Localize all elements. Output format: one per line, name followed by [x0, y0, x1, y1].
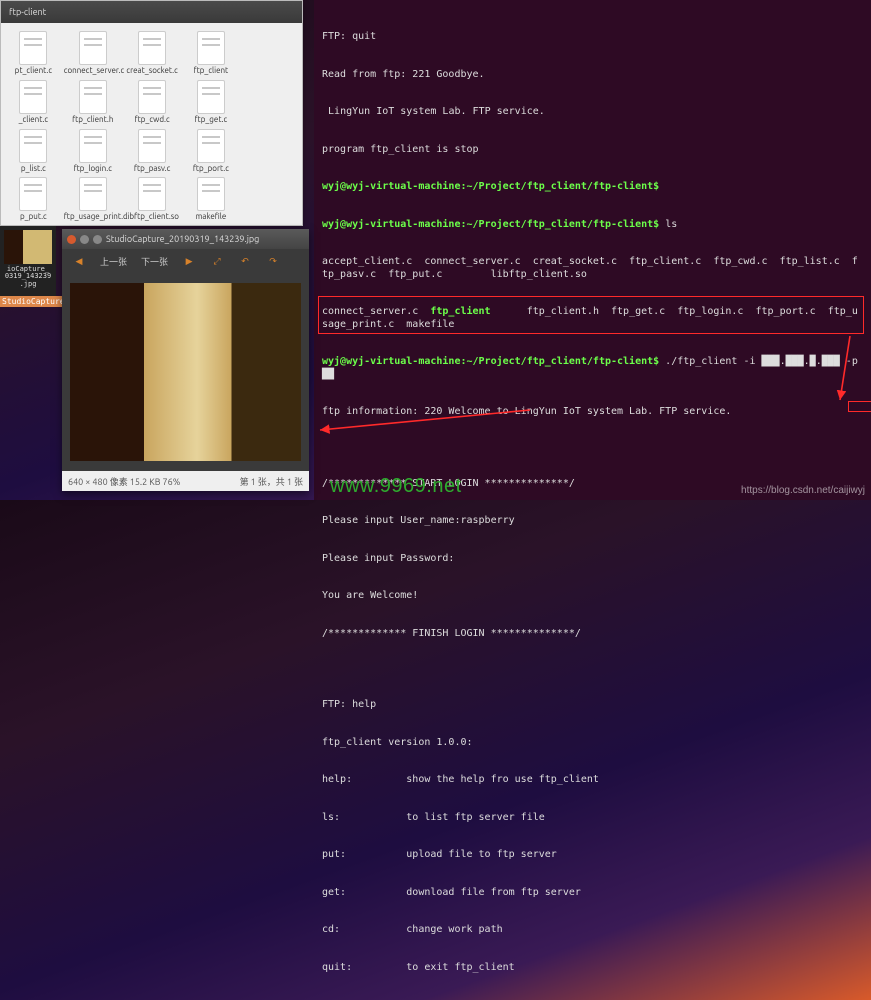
file-icon: [79, 31, 107, 65]
file-item[interactable]: creat_socket.c: [124, 31, 181, 76]
file-icon: [197, 80, 225, 114]
term-line: FTP: help: [322, 699, 863, 712]
term-line: get: download file from ftp server: [322, 887, 863, 900]
term-prompt: wyj@wyj-virtual-machine:~/Project/ftp_cl…: [322, 181, 863, 194]
file-name: makefile: [195, 213, 226, 222]
file-item[interactable]: _client.c: [5, 80, 62, 125]
prev-icon[interactable]: ◀: [72, 254, 86, 268]
rotate-right-icon[interactable]: ↷: [266, 254, 280, 268]
file-item[interactable]: ftp_get.c: [183, 80, 240, 125]
file-icon: [19, 129, 47, 163]
viewer-titlebar[interactable]: StudioCapture_20190319_143239.jpg: [62, 229, 309, 249]
term-line: ftp information: 220 Welcome to LingYun …: [322, 406, 863, 419]
file-name: pt_client.c: [15, 67, 52, 76]
term-line: Read from ftp: 221 Goodbye.: [322, 69, 863, 82]
file-icon: [79, 129, 107, 163]
file-name: ftp_client.h: [72, 116, 113, 125]
file-icon: [138, 177, 166, 211]
file-icon: [19, 177, 47, 211]
file-name: p_list.c: [21, 165, 46, 174]
ls-output: accept_client.c connect_server.c creat_s…: [322, 256, 863, 281]
image-dimensions: 640 × 480 像素 15.2 KB 76%: [68, 475, 180, 488]
file-icon: [79, 80, 107, 114]
terminal-window[interactable]: FTP: quit Read from ftp: 221 Goodbye. Li…: [314, 0, 871, 500]
term-prompt: wyj@wyj-virtual-machine:~/Project/ftp_cl…: [322, 219, 863, 232]
file-item[interactable]: p_list.c: [5, 129, 62, 174]
file-name: _client.c: [19, 116, 49, 125]
file-icon: [19, 80, 47, 114]
rotate-left-icon[interactable]: ↶: [238, 254, 252, 268]
watermark-9969: www.9969.net: [330, 475, 462, 498]
file-icon: [19, 31, 47, 65]
image-viewer-window[interactable]: StudioCapture_20190319_143239.jpg ◀ 上一张 …: [62, 229, 309, 491]
file-name: ftp_login.c: [74, 165, 112, 174]
image-content: [70, 283, 301, 461]
file-name: ftp_port.c: [193, 165, 229, 174]
term-line: Please input User_name:raspberry: [322, 515, 863, 528]
file-icon: [138, 129, 166, 163]
file-name: ftp_pasv.c: [134, 165, 170, 174]
file-icon: [138, 31, 166, 65]
term-prompt: wyj@wyj-virtual-machine:~/Project/ftp_cl…: [322, 356, 863, 381]
file-item[interactable]: pt_client.c: [5, 31, 62, 76]
term-line: FTP: quit: [322, 31, 863, 44]
term-line: put: upload file to ftp server: [322, 849, 863, 862]
file-name: ftp_client: [194, 67, 229, 76]
file-item[interactable]: ftp_pasv.c: [124, 129, 181, 174]
term-line: quit: to exit ftp_client: [322, 962, 863, 975]
thumbnail-image[interactable]: [4, 230, 52, 264]
file-name: p_put.c: [20, 213, 47, 222]
file-item[interactable]: libftp_client.so: [124, 177, 181, 222]
file-icon: [197, 129, 225, 163]
term-line: program ftp_client is stop: [322, 144, 863, 157]
thumbnail-panel: ioCapture_ 0319_143239 .jpg: [0, 226, 56, 296]
maximize-icon[interactable]: [93, 235, 102, 244]
file-item[interactable]: p_put.c: [5, 177, 62, 222]
file-item[interactable]: ftp_client.h: [64, 80, 122, 125]
file-item[interactable]: ftp_cwd.c: [124, 80, 181, 125]
thumbnail-name: ioCapture_ 0319_143239 .jpg: [0, 266, 56, 288]
image-index: 第 1 张，共 1 张: [240, 475, 303, 488]
term-line: cd: change work path: [322, 924, 863, 937]
file-grid: pt_client.c connect_server.c creat_socket.…: [1, 23, 302, 230]
file-manager-window[interactable]: ftp-client pt_client.c connect_server.c cr…: [0, 0, 303, 226]
term-line: ls: to list ftp server file: [322, 812, 863, 825]
file-name: libftp_client.so: [125, 213, 179, 222]
viewer-canvas: [62, 273, 309, 471]
term-line: Please input Password:: [322, 553, 863, 566]
file-item[interactable]: connect_server.c: [64, 31, 122, 76]
term-line: LingYun IoT system Lab. FTP service.: [322, 106, 863, 119]
file-item[interactable]: ftp_login.c: [64, 129, 122, 174]
prev-label[interactable]: 上一张: [100, 255, 127, 268]
file-icon: [79, 177, 107, 211]
file-item[interactable]: ftp_usage_print.c: [64, 177, 122, 222]
file-name: ftp_usage_print.c: [64, 213, 122, 222]
term-line: ftp_client version 1.0.0:: [322, 737, 863, 750]
next-icon[interactable]: ▶: [182, 254, 196, 268]
close-icon[interactable]: [67, 235, 76, 244]
file-name: ftp_cwd.c: [135, 116, 170, 125]
file-icon: [197, 31, 225, 65]
next-label[interactable]: 下一张: [141, 255, 168, 268]
term-line: You are Welcome!: [322, 590, 863, 603]
file-item[interactable]: ftp_port.c: [183, 129, 240, 174]
file-name: ftp_get.c: [195, 116, 228, 125]
folder-title: ftp-client: [9, 7, 46, 17]
file-item[interactable]: makefile: [183, 177, 240, 222]
watermark-csdn: https://blog.csdn.net/caijiwyj: [741, 485, 865, 496]
viewer-title: StudioCapture_20190319_143239.jpg: [106, 234, 259, 244]
minimize-icon[interactable]: [80, 235, 89, 244]
file-name: connect_server.c: [64, 67, 122, 76]
file-name: creat_socket.c: [126, 67, 177, 76]
ls-output: connect_server.c ftp_client ftp_client.h…: [322, 306, 863, 331]
file-icon: [138, 80, 166, 114]
file-manager-titlebar[interactable]: ftp-client: [1, 1, 302, 23]
viewer-statusbar: 640 × 480 像素 15.2 KB 76% 第 1 张，共 1 张: [62, 471, 309, 491]
viewer-toolbar: ◀ 上一张 下一张 ▶ ⤢ ↶ ↷: [62, 249, 309, 273]
file-icon: [197, 177, 225, 211]
zoom-icon[interactable]: ⤢: [210, 254, 224, 268]
term-line: /************* FINISH LOGIN ************…: [322, 628, 863, 641]
term-line: help: show the help fro use ftp_client: [322, 774, 863, 787]
file-item[interactable]: ftp_client: [183, 31, 240, 76]
